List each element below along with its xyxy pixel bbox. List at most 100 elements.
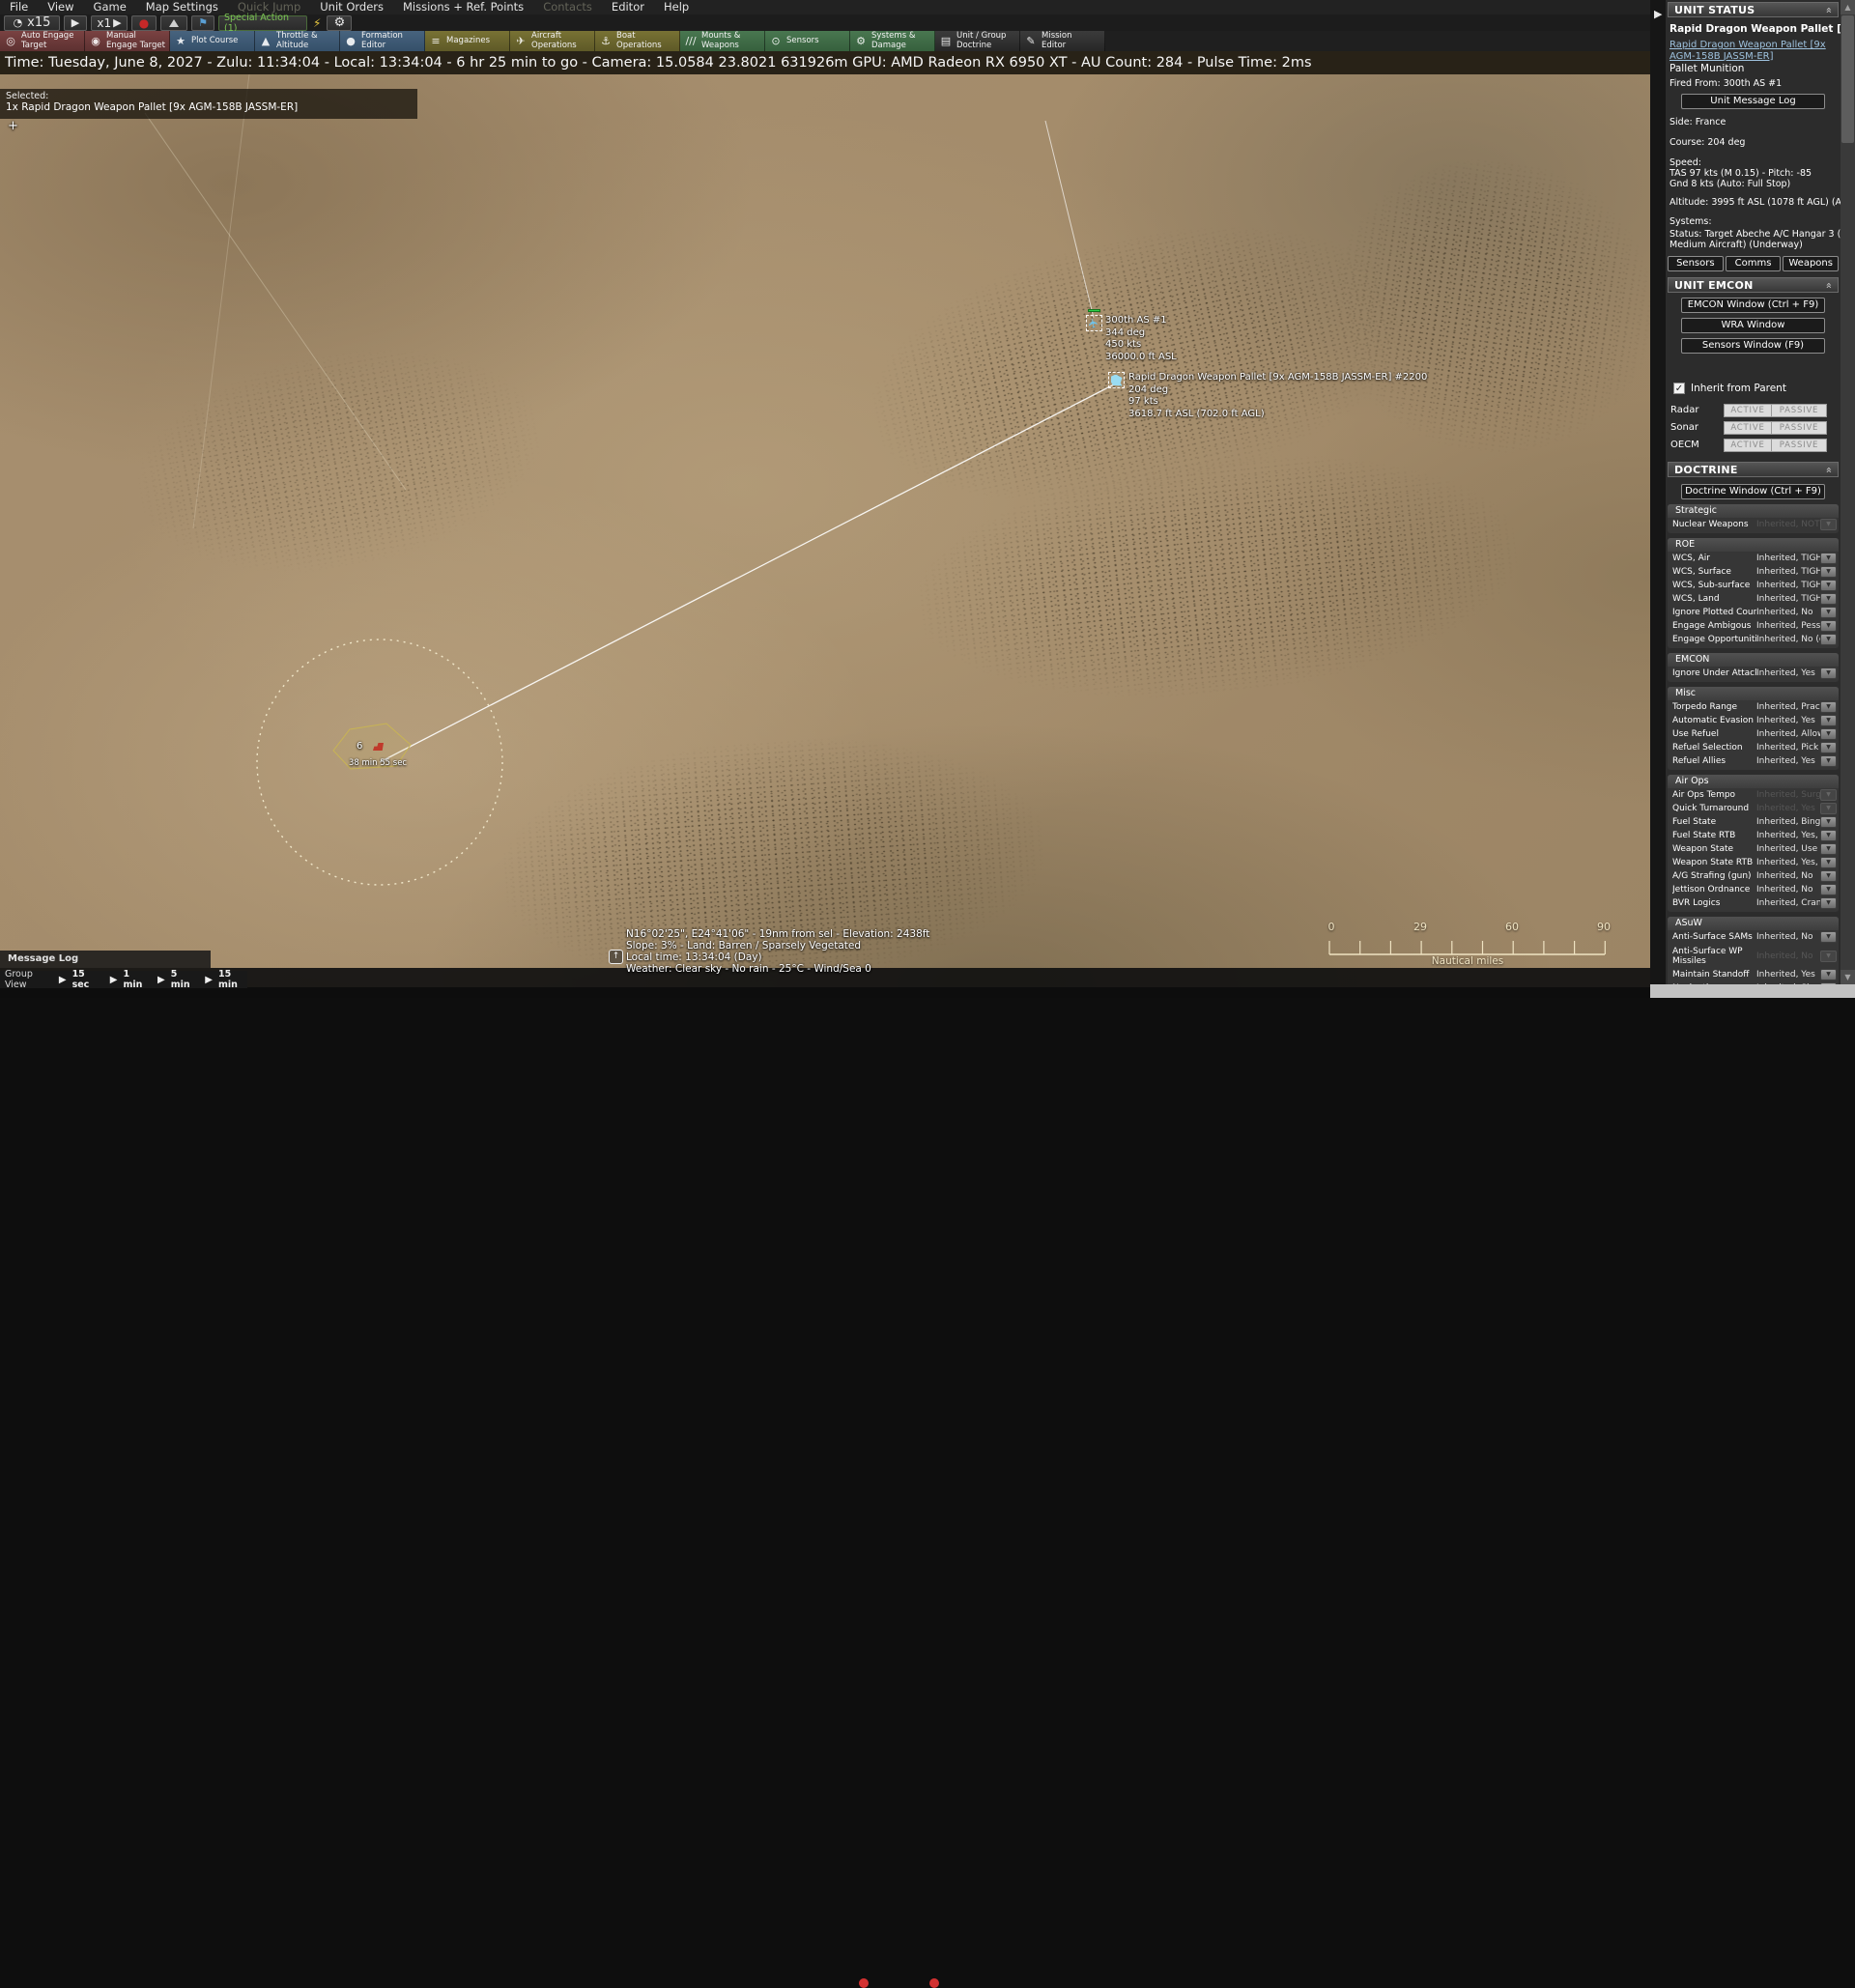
menu-map-settings[interactable]: Map Settings [136, 0, 228, 14]
dropdown-arrow-icon[interactable]: ▼ [1820, 969, 1837, 980]
bookmark-button[interactable]: ⚑ [191, 15, 214, 31]
sonar-passive-button[interactable]: PASSIVE [1771, 421, 1827, 435]
dropdown-arrow-icon[interactable]: ▼ [1820, 755, 1837, 767]
doctrine-label: Anti-Surface WP Missiles [1672, 947, 1756, 966]
aircraft-unit-icon[interactable]: ✈ [1086, 315, 1102, 331]
menu-missions-ref-points[interactable]: Missions + Ref. Points [393, 0, 533, 14]
systems-damage-button[interactable]: ⚙Systems &Damage [850, 31, 935, 51]
unit-db-link[interactable]: Rapid Dragon Weapon Pallet [9x [1666, 40, 1841, 51]
plot-course-button[interactable]: ★Plot Course [170, 31, 255, 51]
toolbar-button-label: Mounts &Weapons [701, 32, 740, 50]
time-step-play-icon[interactable]: ▶ [205, 975, 213, 985]
menu-unit-orders[interactable]: Unit Orders [310, 0, 393, 14]
scrollbar-thumb[interactable] [1841, 15, 1854, 143]
inherit-checkbox[interactable]: ✓ [1673, 383, 1685, 394]
time-step-15-min[interactable]: 15 min [218, 969, 247, 990]
sonar-active-button[interactable]: ACTIVE [1724, 421, 1772, 435]
formation-editor-button[interactable]: ●FormationEditor [340, 31, 425, 51]
special-action-button[interactable]: Special Action (1) [218, 15, 307, 31]
unit-emcon-header[interactable]: UNIT EMCON » [1668, 277, 1839, 293]
dropdown-arrow-icon[interactable]: ▼ [1820, 897, 1837, 909]
throttle-altitude-button[interactable]: ▲Throttle &Altitude [255, 31, 340, 51]
unit-db-link[interactable]: AGM-158B JASSM-ER] [1666, 51, 1841, 63]
scroll-up-icon[interactable]: ▲ [1841, 0, 1855, 14]
dropdown-arrow-icon[interactable]: ▼ [1820, 742, 1837, 753]
dropdown-arrow-icon[interactable]: ▼ [1820, 857, 1837, 868]
menu-help[interactable]: Help [654, 0, 699, 14]
mission-editor-button[interactable]: ✎MissionEditor [1020, 31, 1105, 51]
dropdown-arrow-icon[interactable]: ▼ [1820, 931, 1837, 943]
step-button[interactable]: x1 ▶ [91, 15, 128, 31]
weapon-pallet-unit-icon[interactable] [1108, 372, 1125, 388]
oecm-passive-button[interactable]: PASSIVE [1771, 439, 1827, 452]
time-step-1-min[interactable]: 1 min [123, 969, 147, 990]
collapse-icon[interactable]: » [1822, 467, 1835, 473]
menu-editor[interactable]: Editor [602, 0, 654, 14]
time-compression-button[interactable]: ◔ x15 [4, 15, 60, 31]
time-step-play-icon[interactable]: ▶ [157, 975, 165, 985]
scroll-down-icon[interactable]: ▼ [1841, 970, 1855, 984]
dropdown-arrow-icon[interactable]: ▼ [1820, 715, 1837, 726]
dropdown-arrow-icon[interactable]: ▼ [1820, 830, 1837, 841]
record-button[interactable]: ● [131, 15, 157, 31]
cursor-local-time: Local time: 13:34:04 (Day) [626, 951, 929, 963]
unit-status-weapons-button[interactable]: Weapons [1783, 256, 1839, 271]
time-step-play-icon[interactable]: ▶ [110, 975, 118, 985]
toolbar-button-label: Auto EngageTarget [21, 32, 73, 50]
collapse-icon[interactable]: » [1822, 282, 1835, 289]
unit-status-header[interactable]: UNIT STATUS » [1668, 2, 1839, 17]
mounts-weapons-button[interactable]: ///Mounts &Weapons [680, 31, 765, 51]
time-step-play-icon[interactable]: ▶ [59, 975, 67, 985]
collapse-icon[interactable]: » [1822, 7, 1835, 14]
dropdown-arrow-icon[interactable]: ▼ [1820, 870, 1837, 882]
dropdown-arrow-icon[interactable]: ▼ [1820, 593, 1837, 605]
dropdown-arrow-icon[interactable]: ▼ [1820, 580, 1837, 591]
auto-engage-target-button[interactable]: ◎Auto EngageTarget [0, 31, 85, 51]
settings-button[interactable]: ⚙ [327, 15, 352, 31]
menu-file[interactable]: File [0, 0, 38, 14]
dropdown-arrow-icon[interactable]: ▼ [1820, 667, 1837, 679]
menu-game[interactable]: Game [84, 0, 136, 14]
unit-status-comms-button[interactable]: Comms [1726, 256, 1782, 271]
doctrine-window-button[interactable]: Doctrine Window (Ctrl + F9) [1681, 484, 1825, 499]
oecm-active-button[interactable]: ACTIVE [1724, 439, 1772, 452]
sensors-button[interactable]: ⊙Sensors [765, 31, 850, 51]
menu-contacts[interactable]: Contacts [533, 0, 602, 14]
dropdown-arrow-icon[interactable]: ▼ [1820, 634, 1837, 645]
gear-icon: ⚙ [334, 16, 346, 30]
dropdown-arrow-icon[interactable]: ▼ [1820, 701, 1837, 713]
dropdown-arrow-icon[interactable]: ▼ [1820, 607, 1837, 618]
dropdown-arrow-icon[interactable]: ▼ [1820, 566, 1837, 578]
wra-window-button[interactable]: WRA Window [1681, 318, 1825, 333]
dropdown-arrow-icon[interactable]: ▼ [1820, 728, 1837, 740]
group-view-label[interactable]: Group View [0, 969, 48, 990]
dropdown-arrow-icon[interactable]: ▼ [1820, 884, 1837, 895]
map-viewport[interactable]: + Selected: 1x Rapid Dragon Weapon Palle… [0, 74, 1650, 987]
time-step-5-min[interactable]: 5 min [171, 969, 195, 990]
sidebar-scrollbar[interactable]: ▲ ▼ [1841, 0, 1855, 984]
magazines-icon: ≡ [429, 35, 442, 47]
unit-group-doctrine-button[interactable]: ▤Unit / GroupDoctrine [935, 31, 1020, 51]
dropdown-arrow-icon[interactable]: ▼ [1820, 816, 1837, 828]
sensors-window-f9-button[interactable]: Sensors Window (F9) [1681, 338, 1825, 354]
sidebar-toggle-icon[interactable]: ▶ [1654, 8, 1662, 20]
magazines-button[interactable]: ≡Magazines [425, 31, 510, 51]
aircraft-operations-button[interactable]: ✈AircraftOperations [510, 31, 595, 51]
map-mode-button[interactable] [160, 15, 187, 31]
dropdown-arrow-icon[interactable]: ▼ [1820, 620, 1837, 632]
emcon-window-ctrl-f9-button[interactable]: EMCON Window (Ctrl + F9) [1681, 298, 1825, 313]
radar-passive-button[interactable]: PASSIVE [1771, 404, 1827, 417]
pan-up-icon[interactable]: ↑ [609, 950, 623, 964]
doctrine-header[interactable]: DOCTRINE » [1668, 462, 1839, 477]
dropdown-arrow-icon[interactable]: ▼ [1820, 553, 1837, 564]
time-step-15-sec[interactable]: 15 sec [72, 969, 100, 990]
unit-message-log-button[interactable]: Unit Message Log [1681, 94, 1825, 109]
manual-engage-target-button[interactable]: ◉ManualEngage Target [85, 31, 170, 51]
menu-view[interactable]: View [38, 0, 83, 14]
dropdown-arrow-icon[interactable]: ▼ [1820, 843, 1837, 855]
boat-operations-button[interactable]: ⚓BoatOperations [595, 31, 680, 51]
play-button[interactable]: ▶ [64, 15, 87, 31]
radar-active-button[interactable]: ACTIVE [1724, 404, 1772, 417]
message-log-bar[interactable]: Message Log [0, 951, 211, 968]
unit-status-sensors-button[interactable]: Sensors [1668, 256, 1724, 271]
